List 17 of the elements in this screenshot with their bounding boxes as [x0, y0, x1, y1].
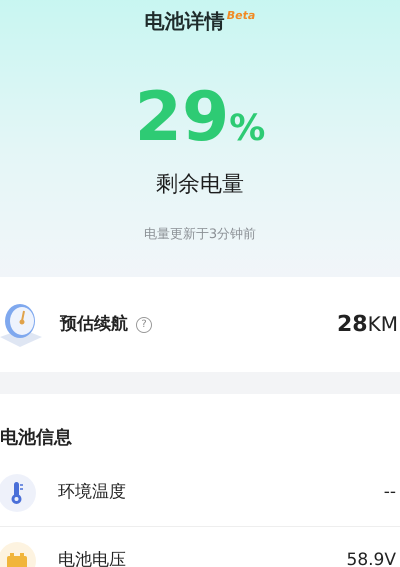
range-label: 预估续航 — [60, 312, 128, 336]
info-label: 电池电压 — [58, 548, 126, 567]
range-unit: KM — [368, 312, 398, 336]
page-title: 电池详情 — [144, 9, 225, 33]
info-label: 环境温度 — [58, 480, 126, 504]
update-time-text: 电量更新于3分钟前 — [144, 226, 256, 244]
range-value: 28 — [337, 312, 368, 337]
percent-sign: % — [229, 108, 266, 149]
beta-label: Beta — [226, 9, 256, 22]
battery-percent: 29 — [134, 78, 230, 157]
info-value: 58.9V — [346, 548, 396, 567]
info-value: -- — [384, 480, 396, 504]
thermometer-icon — [10, 480, 24, 504]
help-icon[interactable]: ? — [136, 316, 152, 332]
battery-icon — [6, 552, 28, 567]
section-title: 电池信息 — [0, 426, 73, 450]
remaining-label: 剩余电量 — [156, 171, 244, 199]
